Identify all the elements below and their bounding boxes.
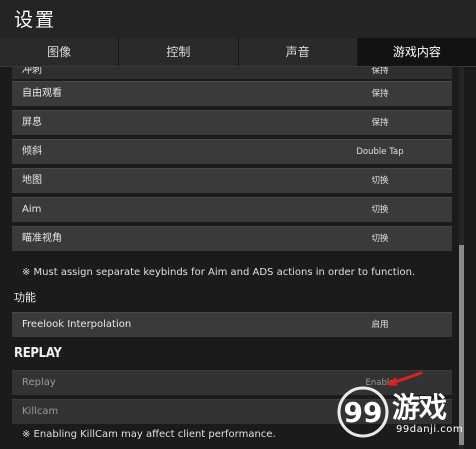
window-title: 设置 [14,9,57,31]
row-value[interactable]: 切换 [312,198,448,222]
row-value[interactable]: 保持 [312,82,448,106]
row-value[interactable]: Double Tap [312,140,448,164]
row-label: 自由观看 [22,88,62,99]
freelook-interpolation-row[interactable]: Freelook Interpolation 启用 [12,312,452,337]
tab-sound[interactable]: 声音 [238,38,358,66]
row-label: 地图 [22,175,42,186]
tab-gameplay[interactable]: 游戏内容 [357,38,476,66]
row-value[interactable]: 保持 [312,111,448,135]
row-label: 屏息 [22,117,42,128]
watermark-logo-digits: 99 [344,396,383,429]
keybind-row-aim[interactable]: Aim 切换 [12,197,452,222]
watermark-logo-icon: 99 [337,386,389,438]
keybind-note: ※ Must assign separate keybinds for Aim … [22,267,416,278]
keybind-row-lean[interactable]: 倾斜 Double Tap [12,139,452,164]
row-value[interactable]: 启用 [312,313,448,337]
keybind-row-map[interactable]: 地图 切换 [12,168,452,193]
keybind-row-ads[interactable]: 瞄准视角 切换 [12,226,452,251]
keybind-row-hold-breath[interactable]: 屏息 保持 [12,110,452,135]
keybind-row-freelook[interactable]: 自由观看 保持 [12,81,452,106]
tab-controls[interactable]: 控制 [119,38,239,66]
row-label: 倾斜 [22,146,42,157]
row-label: 冲刺 [22,67,42,76]
functions-list: Freelook Interpolation 启用 [12,312,452,341]
watermark-brand: 游戏 [392,391,447,424]
keybind-mode-list: 冲刺 保持 自由观看 保持 屏息 保持 倾斜 Double Tap 地图 切换 … [12,67,452,255]
title-bar: 设置 [0,0,476,38]
settings-tabs: 图像 控制 声音 游戏内容 [0,38,476,67]
row-label: 瞄准视角 [22,233,62,244]
row-label: Aim [22,204,42,215]
tab-graphics[interactable]: 图像 [0,38,120,66]
row-value[interactable]: 切换 [312,169,448,193]
functions-heading: 功能 [14,291,36,304]
row-label: Killcam [22,406,59,417]
keybind-row-sprint[interactable]: 冲刺 保持 [12,67,452,79]
row-label: Freelook Interpolation [22,319,132,330]
killcam-note: ※ Enabling KillCam may affect client per… [22,429,276,440]
row-value[interactable]: 保持 [312,67,448,77]
watermark: 99 游戏 99danji.com [330,380,470,446]
row-label: Replay [22,377,56,388]
row-value[interactable]: 切换 [312,227,448,251]
watermark-url: 99danji.com [396,424,464,435]
replay-heading: REPLAY [14,346,62,361]
